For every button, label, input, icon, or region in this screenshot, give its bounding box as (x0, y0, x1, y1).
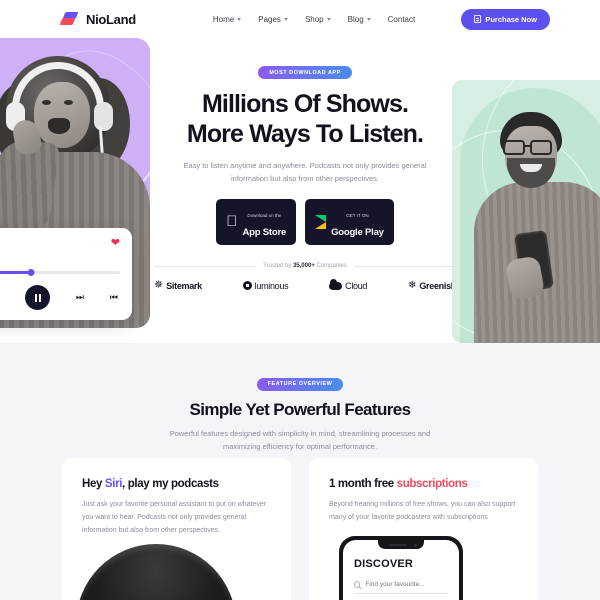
features-section: FEATURE OVERVIEW Simple Yet Powerful Fea… (0, 343, 600, 600)
logo-label: Sitemark (166, 280, 202, 291)
cloud-icon (329, 278, 343, 290)
logo-label: luminous (254, 280, 289, 291)
hero-right-image (452, 80, 600, 343)
nav-label: Home (212, 14, 235, 24)
trusted-by-row: Trusted by 35,000+ Companies (150, 263, 460, 269)
feature-card-title: 1 month free subscriptions (329, 478, 468, 490)
nav-item-home[interactable]: Home (212, 14, 242, 24)
nav-item-blog[interactable]: Blog (348, 15, 371, 24)
landing-page: NioLand Home Pages Shop Blog Contact Pur… (0, 0, 600, 600)
highlight-word: subscriptions (396, 478, 468, 490)
hero-subtitle: Easy to listen anytime and anywhere. Pod… (183, 161, 427, 184)
headphones-illustration (76, 544, 236, 600)
google-play-small-label: GET IT ON (340, 213, 368, 219)
nav-item-shop[interactable]: Shop (305, 15, 331, 24)
app-store-buttons:  Download on the App Store GET IT ON Go… (150, 199, 460, 246)
features-badge: FEATURE OVERVIEW (256, 377, 344, 391)
divider-left (154, 265, 257, 267)
divider-right (353, 265, 457, 267)
hero-title: Millions Of Shows. More Ways To Listen. (150, 89, 460, 149)
feature-card-subscriptions: 1 month free subscriptions Beyond hearin… (309, 458, 538, 600)
features-header: FEATURE OVERVIEW Simple Yet Powerful Fea… (0, 343, 600, 453)
features-title: Simple Yet Powerful Features (189, 399, 412, 419)
leaf-icon: ❄ (407, 279, 417, 291)
google-play-big-label: Google Play (325, 227, 384, 239)
logo-luminous: luminous (242, 280, 289, 291)
next-icon[interactable]: ⏭ (76, 292, 84, 303)
feature-cards: Hey Siri, play my podcasts Just ask your… (0, 458, 600, 600)
hero-title-line-1: Millions Of Shows. (201, 90, 409, 118)
feature-card-body: Beyond hearing millions of free shows, y… (329, 501, 516, 521)
brand-name: NioLand (86, 11, 136, 27)
logo-label: Cloud (345, 280, 368, 291)
feature-card-body: Just ask your favorite personal assistan… (82, 501, 267, 534)
app-store-big-label: App Store (236, 227, 286, 239)
app-store-button[interactable]:  Download on the App Store (216, 199, 297, 246)
asterisk-icon: ✵ (154, 279, 164, 292)
hero-badge: MOST DOWNLOAD APP (258, 66, 352, 79)
phone-mockup: DISCOVER (339, 536, 463, 600)
chevron-down-icon (237, 17, 242, 21)
google-play-icon (315, 215, 327, 230)
app-store-small-label: Download on the (241, 213, 281, 219)
purchase-now-button[interactable]: Purchase Now (461, 8, 550, 30)
search-input[interactable] (365, 581, 448, 588)
pause-icon[interactable] (25, 285, 51, 310)
chevron-down-icon (366, 17, 371, 21)
trusted-by-text: Trusted by 35,000+ Companies (263, 263, 347, 270)
feature-card-title: Hey Siri, play my podcasts (82, 478, 219, 490)
nav-label: Pages (258, 14, 281, 24)
nav-label: Blog (347, 14, 364, 24)
heart-icon[interactable]: ❤ (111, 238, 120, 249)
hero-section: Growth Alex Courtney ❤ 🔀 ⏮ ⏭ ⏮ MOST DOWN… (0, 38, 600, 343)
logo-sitemark: ✵ Sitemark (154, 280, 202, 291)
hero-content: MOST DOWNLOAD APP Millions Of Shows. Mor… (150, 38, 460, 291)
chevron-down-icon (283, 17, 288, 21)
purchase-now-label: Purchase Now (485, 14, 537, 24)
phone-notch (378, 540, 424, 549)
nioland-logo-icon (59, 10, 80, 28)
partner-logos: ✵ Sitemark luminous Cloud ❄ Greenish (150, 278, 460, 291)
discover-heading: DISCOVER (354, 558, 414, 570)
music-player-card: Growth Alex Courtney ❤ 🔀 ⏮ ⏭ ⏮ (0, 228, 132, 320)
progress-slider[interactable] (0, 269, 120, 276)
nav-label: Contact (387, 14, 416, 24)
man-with-phone-photo (474, 112, 600, 343)
cart-icon (474, 15, 482, 23)
nav-item-pages[interactable]: Pages (258, 15, 288, 24)
repeat-icon[interactable]: ⏮ (110, 292, 118, 303)
logo-greenish: ❄ Greenish (408, 280, 456, 291)
logo-label: Greenish (419, 280, 456, 291)
logo-cloud: Cloud (329, 278, 368, 291)
phone-search-row[interactable] (354, 581, 448, 594)
highlight-word: Siri (104, 478, 123, 490)
search-icon (354, 581, 361, 588)
nav-item-contact[interactable]: Contact (388, 15, 416, 24)
chevron-down-icon (326, 17, 331, 21)
main-navigation: Home Pages Shop Blog Contact (213, 15, 415, 24)
features-subtitle: Powerful features designed with simplici… (169, 428, 431, 451)
google-play-button[interactable]: GET IT ON Google Play (305, 199, 394, 246)
apple-icon:  (226, 214, 237, 229)
player-controls: 🔀 ⏮ ⏭ ⏮ (0, 285, 120, 310)
nav-label: Shop (304, 14, 324, 24)
feature-card-siri: Hey Siri, play my podcasts Just ask your… (62, 458, 291, 600)
site-header: NioLand Home Pages Shop Blog Contact Pur… (0, 0, 600, 38)
phone-screen: DISCOVER (343, 540, 459, 600)
circle-dot-icon (242, 281, 252, 291)
hero-title-line-2: More Ways To Listen. (186, 120, 424, 148)
brand-logo[interactable]: NioLand (59, 10, 136, 28)
